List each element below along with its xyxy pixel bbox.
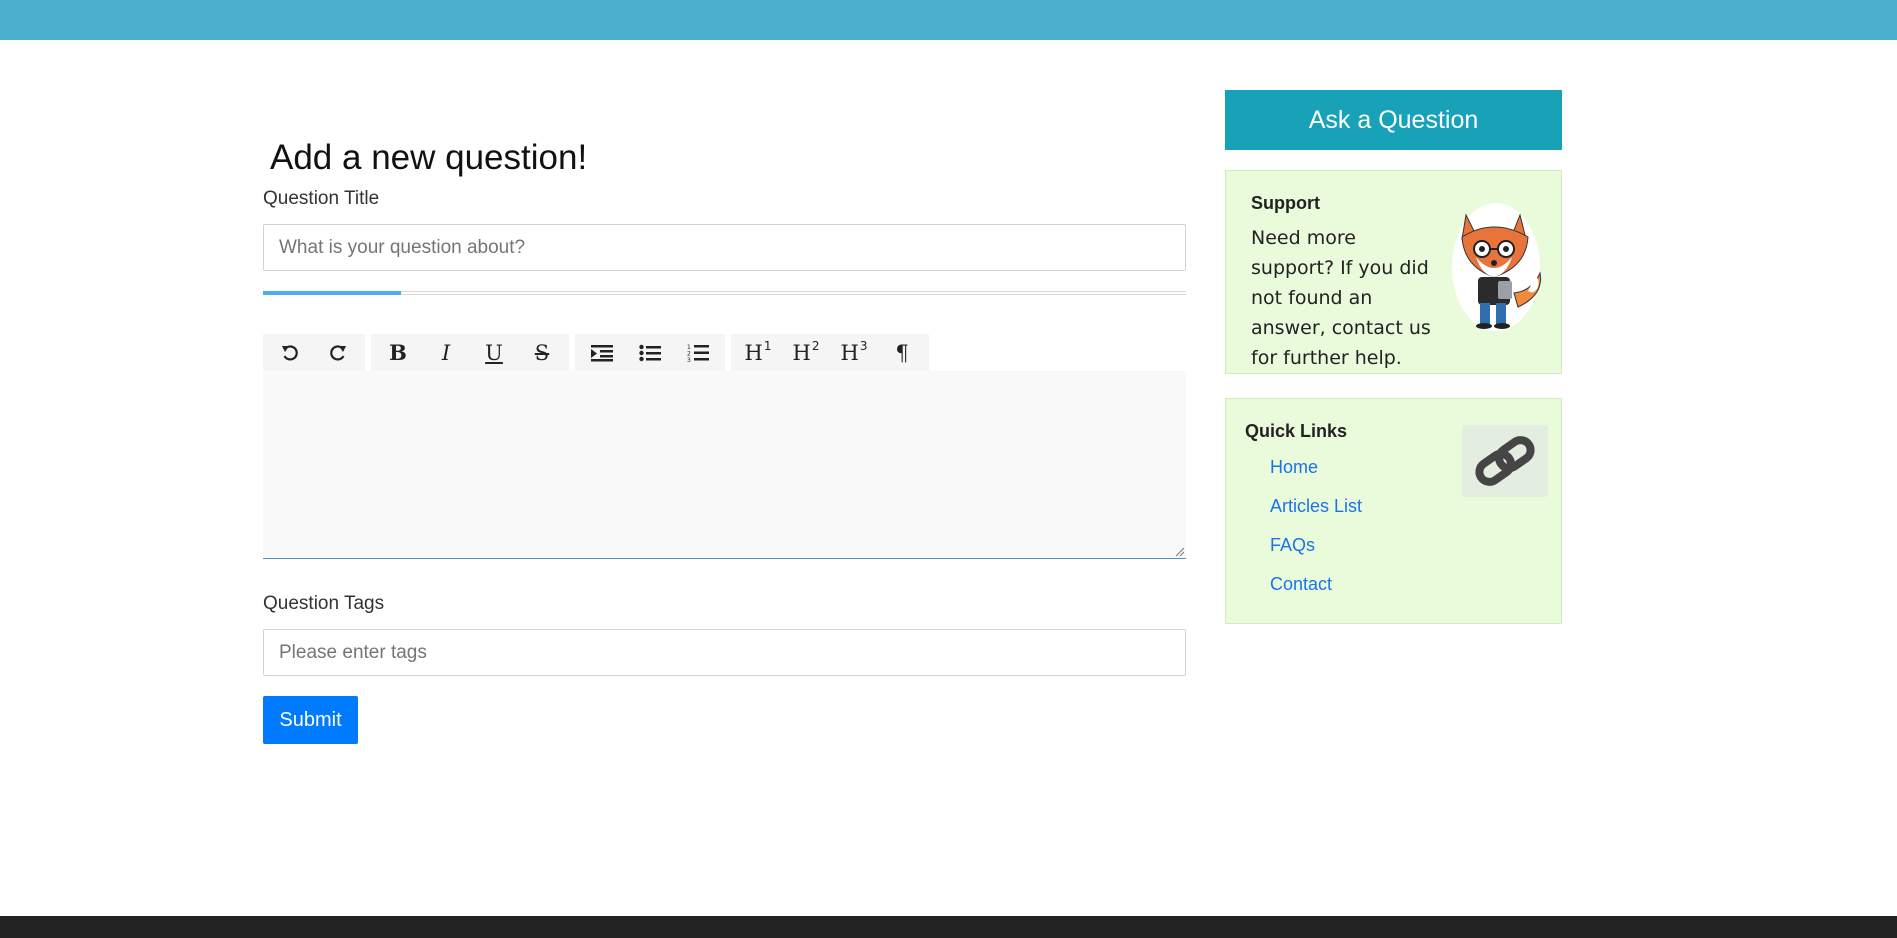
redo-button[interactable] — [314, 334, 362, 371]
svg-text:3: 3 — [687, 357, 691, 363]
toolbar-group: 123 — [575, 334, 725, 371]
support-title: Support — [1251, 193, 1320, 213]
heading-2-button[interactable]: H2 — [782, 334, 830, 371]
heading-3-label: H — [840, 340, 859, 365]
question-tags-input[interactable] — [263, 629, 1186, 676]
support-text: Need more support? If you did not found … — [1251, 227, 1431, 369]
bullet-list-button[interactable] — [626, 334, 674, 371]
page-title: Add a new question! — [270, 138, 588, 177]
submit-button[interactable]: Submit — [263, 696, 358, 744]
link-contact[interactable]: Contact — [1270, 574, 1332, 594]
heading-2-level: 2 — [811, 338, 820, 353]
resize-handle-icon[interactable] — [1174, 546, 1184, 556]
quick-links-list: Home Articles List FAQs Contact — [1270, 457, 1362, 613]
quick-links-card: Quick Links Home Articles List FAQs Cont… — [1225, 398, 1562, 624]
numbered-list-button[interactable]: 123 — [674, 334, 722, 371]
heading-1-label: H — [744, 340, 763, 365]
heading-3-button[interactable]: H3 — [830, 334, 878, 371]
heading-2-label: H — [792, 340, 811, 365]
link-home[interactable]: Home — [1270, 457, 1318, 477]
footer-bar — [0, 916, 1897, 938]
title-progress-fill — [263, 291, 402, 295]
editor-toolbar: B I U S 1 2 3 H 1 H 2 H 3 ¶ — [263, 334, 929, 371]
list-item: Contact — [1270, 574, 1362, 613]
bold-label: B — [389, 340, 407, 365]
numbered-list-icon: 123 — [687, 343, 709, 363]
question-body-editor[interactable] — [263, 371, 1186, 559]
list-item: Articles List — [1270, 496, 1362, 535]
link-chain-icon — [1475, 436, 1535, 486]
italic-button[interactable]: I — [422, 334, 470, 371]
title-progress-bar — [263, 291, 1186, 295]
quick-links-title: Quick Links — [1245, 421, 1348, 441]
fox-mascot-icon — [1452, 203, 1542, 331]
link-articles-list[interactable]: Articles List — [1270, 496, 1362, 516]
top-navbar — [0, 0, 1897, 40]
indent-icon — [591, 344, 613, 362]
heading-3-level: 3 — [859, 338, 868, 353]
undo-button[interactable] — [266, 334, 314, 371]
underline-label: U — [485, 340, 503, 365]
italic-label: I — [441, 340, 451, 365]
undo-icon — [280, 343, 300, 363]
underline-button[interactable]: U — [470, 334, 518, 371]
question-title-label: Question Title — [263, 188, 380, 209]
toolbar-group: H 1 H 2 H 3 ¶ — [731, 334, 929, 371]
strikethrough-button[interactable]: S — [518, 334, 566, 371]
ask-question-button[interactable]: Ask a Question — [1225, 90, 1562, 150]
paragraph-label: ¶ — [895, 340, 909, 365]
list-item: Home — [1270, 457, 1362, 496]
heading-1-button[interactable]: H1 — [734, 334, 782, 371]
toolbar-group — [263, 334, 365, 371]
question-tags-label: Question Tags — [263, 593, 385, 614]
bullet-list-icon — [639, 344, 661, 362]
strikethrough-label: S — [534, 340, 550, 365]
paragraph-button[interactable]: ¶ — [878, 334, 926, 371]
toolbar-group: BIUS — [371, 334, 569, 371]
list-item: FAQs — [1270, 535, 1362, 574]
link-chain-icon-box — [1462, 425, 1548, 497]
question-title-input[interactable] — [263, 224, 1186, 271]
heading-1-level: 1 — [763, 338, 772, 353]
support-card: Support Need more support? If you did no… — [1225, 170, 1562, 374]
bold-button[interactable]: B — [374, 334, 422, 371]
link-faqs[interactable]: FAQs — [1270, 535, 1315, 555]
indent-button[interactable] — [578, 334, 626, 371]
redo-icon — [328, 343, 348, 363]
